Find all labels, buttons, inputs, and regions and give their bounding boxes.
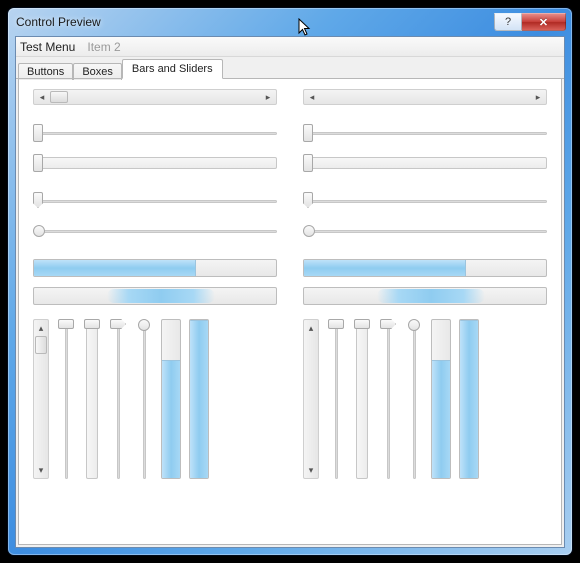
scroll-thumb[interactable] xyxy=(35,336,47,354)
help-icon: ? xyxy=(505,16,511,28)
slider-knob[interactable] xyxy=(408,319,420,331)
help-button[interactable]: ? xyxy=(494,13,522,31)
scroll-right-icon[interactable]: ▸ xyxy=(530,90,546,104)
scroll-left-icon[interactable]: ◂ xyxy=(34,90,50,104)
slider-knob[interactable] xyxy=(380,319,396,329)
vscrollbar-right[interactable]: ▴ ▾ xyxy=(303,319,319,479)
window-frame: Control Preview ? ✕ Test Menu Item 2 But… xyxy=(8,8,572,555)
progress-fill xyxy=(304,260,466,276)
menu-item2: Item 2 xyxy=(87,40,120,54)
vslider-track-left[interactable] xyxy=(83,319,101,479)
progress-fill xyxy=(190,320,208,478)
scroll-up-icon[interactable]: ▴ xyxy=(304,320,318,336)
client-area: Test Menu Item 2 Buttons Boxes Bars and … xyxy=(15,36,565,548)
right-column: ◂ ▸ xyxy=(303,89,547,536)
scroll-down-icon[interactable]: ▾ xyxy=(34,462,48,478)
progress-fill xyxy=(34,260,196,276)
hscrollbar-right[interactable]: ◂ ▸ xyxy=(303,89,547,105)
slider-knob[interactable] xyxy=(110,319,126,329)
slider-knob[interactable] xyxy=(303,225,315,237)
tab-page: ◂ ▸ xyxy=(18,79,562,545)
tab-bars-sliders[interactable]: Bars and Sliders xyxy=(122,59,223,79)
left-column: ◂ ▸ xyxy=(33,89,277,536)
slider-knob[interactable] xyxy=(33,124,43,142)
window-title: Control Preview xyxy=(16,15,494,29)
vprogress-a-left xyxy=(161,319,181,479)
vertical-row-right: ▴ ▾ xyxy=(303,319,547,479)
vslider-pointed-right[interactable] xyxy=(379,319,397,479)
progress-marquee-right xyxy=(303,287,547,305)
vprogress-a-right xyxy=(431,319,451,479)
slider-knob[interactable] xyxy=(33,192,43,208)
vslider-plain-left[interactable] xyxy=(57,319,75,479)
vslider-pointed-left[interactable] xyxy=(109,319,127,479)
scroll-down-icon[interactable]: ▾ xyxy=(304,462,318,478)
vslider-track-right[interactable] xyxy=(353,319,371,479)
hslider-plain-right[interactable] xyxy=(303,123,547,143)
progress-determinate-right xyxy=(303,259,547,277)
scroll-up-icon[interactable]: ▴ xyxy=(34,320,48,336)
vscrollbar-left[interactable]: ▴ ▾ xyxy=(33,319,49,479)
vslider-round-right[interactable] xyxy=(405,319,423,479)
hslider-plain-left[interactable] xyxy=(33,123,277,143)
tab-boxes[interactable]: Boxes xyxy=(73,63,122,80)
menubar: Test Menu Item 2 xyxy=(16,37,564,57)
slider-knob[interactable] xyxy=(328,319,344,329)
slider-knob[interactable] xyxy=(303,154,313,172)
hslider-round-left[interactable] xyxy=(33,221,277,241)
hslider-round-right[interactable] xyxy=(303,221,547,241)
tab-strip: Buttons Boxes Bars and Sliders xyxy=(16,57,564,79)
close-button[interactable]: ✕ xyxy=(522,13,566,31)
vprogress-b-right xyxy=(459,319,479,479)
marquee-chunk xyxy=(377,289,486,303)
scroll-left-icon[interactable]: ◂ xyxy=(304,90,320,104)
slider-knob[interactable] xyxy=(354,319,370,329)
scroll-right-icon[interactable]: ▸ xyxy=(260,90,276,104)
slider-knob[interactable] xyxy=(58,319,74,329)
vslider-round-left[interactable] xyxy=(135,319,153,479)
progress-fill xyxy=(460,320,478,478)
vertical-row-left: ▴ ▾ xyxy=(33,319,277,479)
titlebar[interactable]: Control Preview ? ✕ xyxy=(8,8,572,36)
slider-knob[interactable] xyxy=(84,319,100,329)
hslider-pointed-left[interactable] xyxy=(33,191,277,211)
scroll-thumb[interactable] xyxy=(50,91,68,103)
slider-knob[interactable] xyxy=(303,124,313,142)
vslider-plain-right[interactable] xyxy=(327,319,345,479)
scroll-track[interactable] xyxy=(34,336,48,462)
progress-marquee-left xyxy=(33,287,277,305)
hslider-pointed-right[interactable] xyxy=(303,191,547,211)
hscrollbar-left[interactable]: ◂ ▸ xyxy=(33,89,277,105)
hslider-track-right[interactable] xyxy=(303,153,547,173)
scroll-track[interactable] xyxy=(304,336,318,462)
scroll-track[interactable] xyxy=(320,90,530,104)
tab-buttons[interactable]: Buttons xyxy=(18,63,73,80)
menu-test[interactable]: Test Menu xyxy=(20,40,75,54)
slider-knob[interactable] xyxy=(303,192,313,208)
progress-determinate-left xyxy=(33,259,277,277)
hslider-track-left[interactable] xyxy=(33,153,277,173)
scroll-track[interactable] xyxy=(50,90,260,104)
slider-knob[interactable] xyxy=(138,319,150,331)
progress-fill xyxy=(432,360,450,479)
close-icon: ✕ xyxy=(539,16,548,29)
slider-knob[interactable] xyxy=(33,154,43,172)
vprogress-b-left xyxy=(189,319,209,479)
marquee-chunk xyxy=(107,289,216,303)
progress-fill xyxy=(162,360,180,479)
slider-knob[interactable] xyxy=(33,225,45,237)
